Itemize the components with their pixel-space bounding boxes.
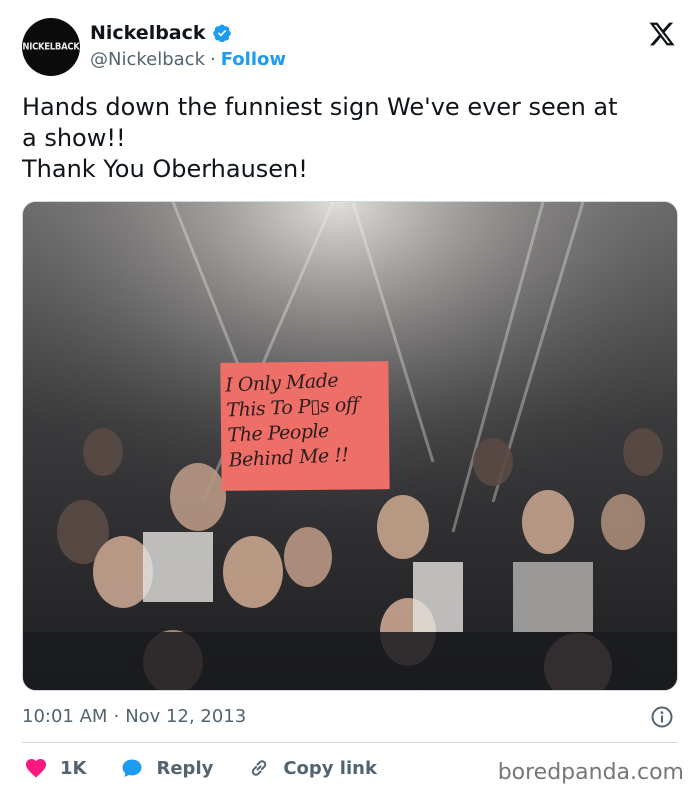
name-row: Nickelback — [90, 22, 232, 44]
info-icon[interactable] — [650, 705, 674, 729]
action-bar: 1K Reply Copy link — [24, 755, 411, 781]
sign-text: I Only Made This To P▯s off The People B… — [224, 369, 360, 472]
handle-row: @Nickelback · Follow — [90, 49, 286, 70]
reply-button[interactable]: Reply — [120, 756, 213, 780]
avatar[interactable]: NICKELBACK — [22, 18, 80, 76]
protest-sign: I Only Made This To P▯s off The People B… — [220, 361, 390, 491]
reply-label: Reply — [156, 757, 214, 779]
tweet-timestamp[interactable]: 10:01 AM · Nov 12, 2013 — [22, 706, 246, 727]
reply-bubble-icon — [122, 759, 142, 777]
like-count: 1K — [60, 757, 87, 779]
tweet-photo[interactable]: I Only Made This To P▯s off The People B… — [22, 201, 678, 691]
copy-link-label: Copy link — [283, 757, 377, 779]
verified-badge-icon — [212, 24, 231, 43]
tweet-date: Nov 12, 2013 — [125, 706, 247, 727]
heart-icon — [26, 759, 46, 778]
link-icon — [252, 760, 267, 776]
like-button[interactable]: 1K — [24, 756, 86, 780]
copy-link-button[interactable]: Copy link — [247, 756, 377, 780]
handle-separator: · — [210, 49, 216, 70]
meta-separator: · — [113, 706, 120, 727]
tweet-header: NICKELBACK Nickelback @Nickelback · Foll… — [22, 18, 682, 78]
tweet-text: Hands down the funniest sign We've ever … — [22, 93, 618, 183]
tweet-time: 10:01 AM — [22, 706, 108, 727]
display-name[interactable]: Nickelback — [90, 22, 206, 44]
follow-button[interactable]: Follow — [221, 49, 286, 70]
handle[interactable]: @Nickelback — [90, 49, 205, 70]
watermark: boredpanda.com — [497, 760, 684, 785]
x-logo-icon[interactable] — [648, 20, 676, 48]
divider — [22, 742, 678, 743]
avatar-logo-text: NICKELBACK — [22, 41, 80, 53]
